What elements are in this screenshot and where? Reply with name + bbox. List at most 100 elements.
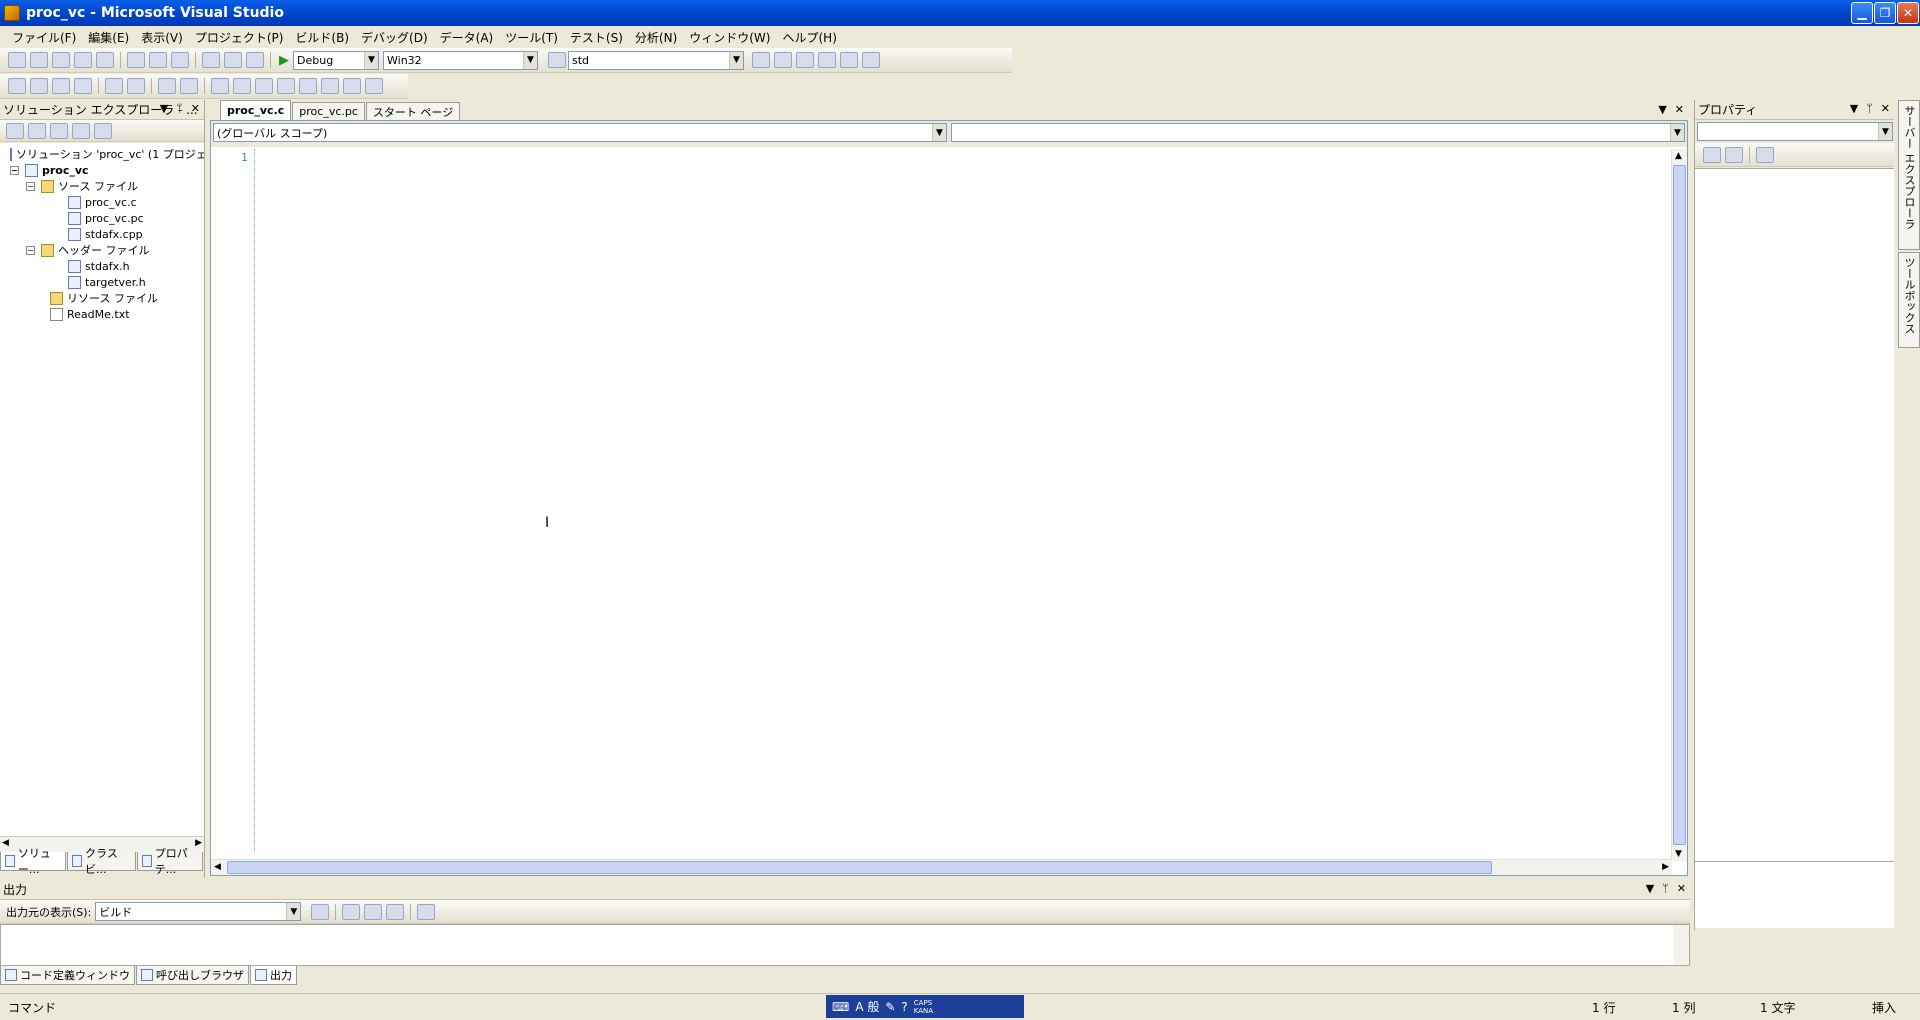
tree-item-header-files[interactable]: − ヘッダー ファイル — [0, 242, 204, 258]
scroll-down-icon[interactable]: ▼ — [1675, 849, 1682, 859]
clear-bookmarks-icon[interactable] — [365, 78, 383, 94]
comment-out-icon[interactable] — [158, 78, 176, 94]
properties-icon[interactable] — [774, 52, 792, 68]
dropdown-icon[interactable]: ▼ — [1850, 102, 1858, 115]
tree-item-file[interactable]: stdafx.cpp — [0, 226, 204, 242]
scroll-left-icon[interactable]: ◀ — [214, 862, 221, 872]
keyboard-icon[interactable]: ⌨ — [832, 1000, 849, 1014]
navigate-icon[interactable] — [246, 52, 264, 68]
tree-item-source-files[interactable]: − ソース ファイル — [0, 178, 204, 194]
tab-dropdown-icon[interactable]: ▼ — [1658, 103, 1666, 116]
close-document-icon[interactable]: ✕ — [1675, 103, 1684, 116]
cut-icon[interactable] — [127, 52, 145, 68]
redo-icon[interactable] — [224, 52, 242, 68]
output-text-area[interactable] — [0, 924, 1690, 966]
side-tab-server-explorer[interactable]: サーバー エクスプローラ — [1898, 100, 1920, 250]
editor-horizontal-scrollbar[interactable]: ◀ ▶ — [211, 859, 1672, 875]
property-pages-icon[interactable] — [1756, 146, 1774, 163]
output-vertical-scrollbar[interactable] — [1673, 925, 1689, 965]
editor-vertical-scrollbar[interactable]: ▲ ▼ — [1671, 149, 1687, 861]
pin-icon[interactable]: ᛘ — [176, 102, 183, 115]
uncomment-icon[interactable] — [180, 78, 198, 94]
close-button[interactable]: ✕ — [1897, 2, 1919, 24]
close-icon[interactable]: ✕ — [1881, 102, 1890, 115]
pin-icon[interactable]: ᛘ — [1866, 102, 1873, 115]
properties-object-select[interactable]: ▼ — [1697, 122, 1893, 141]
categorized-icon[interactable] — [1703, 146, 1721, 163]
menu-window[interactable]: ウィンドウ(W) — [683, 29, 776, 46]
undo-icon[interactable] — [202, 52, 220, 68]
dropdown-icon[interactable]: ▼ — [160, 102, 168, 115]
ime-toolbar[interactable]: ⌨ A 般 ✎ ? CAPS KANA — [826, 995, 1024, 1018]
menu-view[interactable]: 表示(V) — [135, 29, 189, 46]
close-icon[interactable]: ✕ — [191, 102, 200, 115]
menu-build[interactable]: ビルド(B) — [289, 29, 355, 46]
config-select[interactable]: Debug ▼ — [293, 50, 379, 70]
view-code-icon[interactable] — [72, 122, 90, 139]
show-all-files-icon[interactable] — [28, 122, 46, 139]
collapse-toggle-icon[interactable]: − — [26, 181, 35, 191]
tab-output[interactable]: 出力 — [250, 966, 297, 985]
menu-test[interactable]: テスト(S) — [564, 29, 629, 46]
collapse-toggle-icon[interactable]: − — [26, 245, 35, 255]
menu-debug[interactable]: デバッグ(D) — [355, 29, 434, 46]
dropdown-icon[interactable]: ▼ — [1646, 882, 1654, 895]
paste-icon[interactable] — [171, 52, 189, 68]
go-to-error-icon[interactable] — [311, 903, 330, 920]
scroll-right-icon[interactable]: ▶ — [1662, 862, 1669, 872]
tab-property-manager[interactable]: プロパテ... — [136, 847, 203, 876]
clear-all-icon[interactable] — [386, 903, 405, 920]
scroll-up-icon[interactable]: ▲ — [1675, 151, 1682, 161]
next-bookmark-folder-icon[interactable] — [299, 78, 317, 94]
menu-tools[interactable]: ツール(T) — [499, 29, 564, 46]
word-wrap-icon[interactable] — [417, 903, 436, 920]
close-icon[interactable]: ✕ — [1677, 882, 1686, 895]
prev-bookmark-folder-icon[interactable] — [277, 78, 295, 94]
tab-class-view[interactable]: クラス ビ... — [67, 847, 136, 876]
ime-mode[interactable]: A 般 — [855, 998, 879, 1015]
tree-item-file[interactable]: proc_vc.c — [0, 194, 204, 210]
add-item-icon[interactable] — [30, 52, 48, 68]
platform-select[interactable]: Win32 ▼ — [383, 50, 538, 70]
refresh-icon[interactable] — [50, 122, 68, 139]
help-icon[interactable]: ? — [901, 1000, 907, 1014]
tree-item-solution[interactable]: ソリューション 'proc_vc' (1 プロジェクト — [0, 146, 204, 162]
tab-start-page[interactable]: スタート ページ — [365, 102, 461, 120]
restore-button[interactable]: ❐ — [1874, 2, 1896, 24]
scroll-thumb[interactable] — [1673, 165, 1686, 845]
output-source-select[interactable]: ビルド ▼ — [95, 902, 302, 921]
tree-item-project[interactable]: − proc_vc — [0, 162, 204, 178]
new-project-icon[interactable] — [8, 52, 26, 68]
save-all-icon[interactable] — [96, 52, 114, 68]
prev-bookmark-doc-icon[interactable] — [321, 78, 339, 94]
next-message-icon[interactable] — [364, 903, 383, 920]
parameter-info-icon[interactable] — [30, 78, 48, 94]
minimize-button[interactable]: ▁ — [1851, 2, 1873, 24]
prev-message-icon[interactable] — [342, 903, 361, 920]
tree-item-file[interactable]: stdafx.h — [0, 258, 204, 274]
side-tab-toolbox[interactable]: ツールボックス — [1898, 252, 1920, 348]
tab-call-browser[interactable]: 呼び出しブラウザ — [136, 966, 249, 985]
toolbox-icon[interactable] — [818, 52, 836, 68]
code-editor[interactable]: (グローバル スコープ) ▼ ▼ 1 I ▲ ▼ ◀ ▶ — [210, 120, 1688, 876]
tree-item-file[interactable]: targetver.h — [0, 274, 204, 290]
menu-data[interactable]: データ(A) — [434, 29, 500, 46]
tab-code-definition[interactable]: コード定義ウィンドウ — [0, 966, 135, 985]
scope-select[interactable]: (グローバル スコープ) ▼ — [213, 123, 947, 142]
next-bookmark-doc-icon[interactable] — [343, 78, 361, 94]
find-select[interactable]: std ▼ — [568, 50, 744, 70]
tree-item-file[interactable]: ReadMe.txt — [0, 306, 204, 322]
view-class-diagram-icon[interactable] — [94, 122, 112, 139]
ime-pad-icon[interactable]: ✎ — [885, 1000, 895, 1014]
start-debug-icon[interactable]: ▶ — [279, 53, 289, 68]
command-window-icon[interactable] — [862, 52, 880, 68]
alphabetical-icon[interactable] — [1725, 146, 1743, 163]
tab-proc-vc-pc[interactable]: proc_vc.pc — [292, 102, 365, 120]
save-icon[interactable] — [74, 52, 92, 68]
toggle-bookmark-icon[interactable] — [211, 78, 229, 94]
menu-analyze[interactable]: 分析(N) — [629, 29, 683, 46]
menu-project[interactable]: プロジェクト(P) — [189, 29, 290, 46]
tree-item-file[interactable]: proc_vc.pc — [0, 210, 204, 226]
copy-icon[interactable] — [149, 52, 167, 68]
collapse-toggle-icon[interactable]: − — [10, 165, 19, 175]
